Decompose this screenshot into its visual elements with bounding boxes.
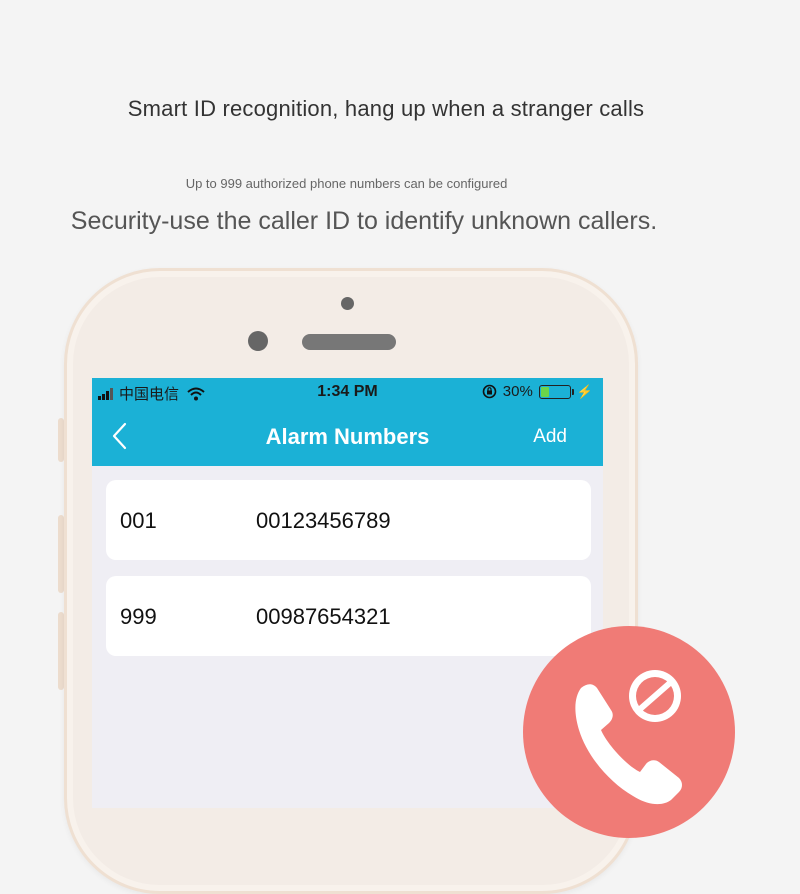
alarm-index: 999 [120, 604, 157, 629]
blocked-call-icon [575, 670, 682, 805]
alarm-index: 001 [120, 508, 157, 533]
battery-percent: 30% [502, 383, 533, 400]
promo-subnote: Up to 999 authorized phone numbers can b… [185, 176, 508, 191]
charging-icon: ⚡ [576, 383, 593, 399]
battery-icon [538, 384, 574, 399]
page-title: Alarm Numbers [265, 424, 430, 449]
rotation-lock-icon [482, 384, 497, 399]
nav-bar: Alarm Numbers Add [92, 406, 603, 466]
proximity-sensor [341, 297, 354, 310]
promo-headline: Smart ID recognition, hang up when a str… [127, 96, 645, 121]
list-item[interactable]: 999 00987654321 [106, 576, 591, 656]
add-button[interactable]: Add [533, 426, 567, 448]
promo-tagline: Security-use the caller ID to identify u… [70, 207, 658, 235]
status-bar: 中国电信 1:34 PM 30% ⚡ [92, 378, 603, 406]
blocked-call-badge [523, 626, 735, 838]
alarm-phone-number: 00987654321 [256, 604, 391, 629]
battery-level-fill [540, 386, 549, 397]
earpiece-speaker [302, 334, 396, 350]
alarm-phone-number: 00123456789 [256, 508, 391, 533]
front-camera [248, 331, 268, 351]
list-item[interactable]: 001 00123456789 [106, 480, 591, 560]
